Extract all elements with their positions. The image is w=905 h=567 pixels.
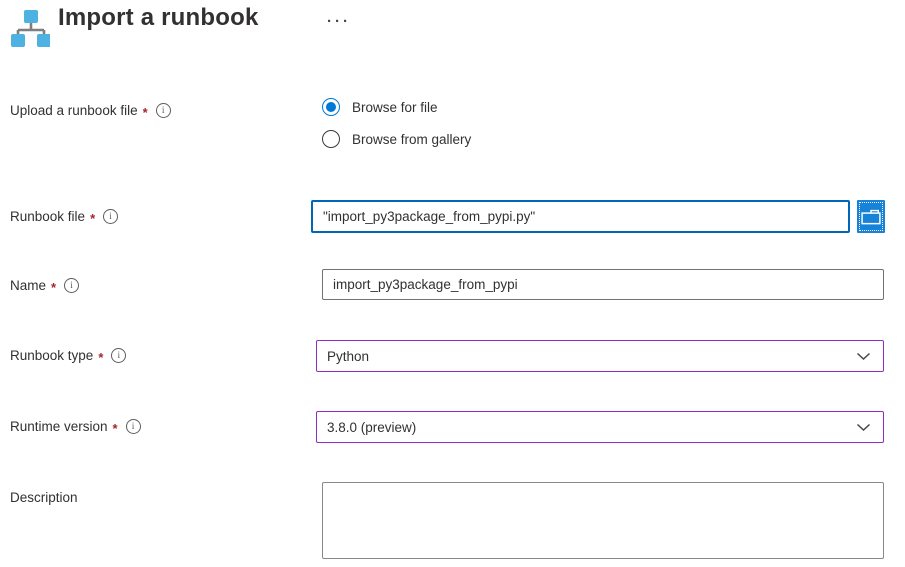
radio-label: Browse from gallery [352, 132, 471, 147]
dropdown-selected-value: 3.8.0 (preview) [327, 420, 856, 435]
upload-runbook-file-label: Upload a runbook file * i [10, 103, 171, 118]
chevron-down-icon [856, 423, 871, 432]
runbook-type-dropdown[interactable]: Python [316, 340, 884, 372]
radio-browse-from-gallery[interactable]: Browse from gallery [322, 130, 471, 148]
dropdown-selected-value: Python [327, 349, 856, 364]
runtime-version-dropdown[interactable]: 3.8.0 (preview) [316, 411, 884, 443]
page-title: Import a runbook [58, 4, 259, 32]
import-runbook-blade: Import a runbook ··· Upload a runbook fi… [0, 0, 905, 567]
runtime-version-label: Runtime version * i [10, 419, 141, 434]
name-input[interactable] [322, 269, 884, 300]
info-icon[interactable]: i [64, 278, 79, 293]
required-asterisk: * [90, 211, 95, 226]
chevron-down-icon [856, 352, 871, 361]
required-asterisk: * [51, 280, 56, 295]
description-label: Description [10, 490, 78, 505]
required-asterisk: * [113, 421, 118, 436]
radio-browse-for-file[interactable]: Browse for file [322, 98, 438, 116]
required-asterisk: * [98, 350, 103, 365]
folder-icon [861, 209, 881, 225]
runbook-file-label: Runbook file * i [10, 209, 118, 224]
radio-label: Browse for file [352, 100, 438, 115]
info-icon[interactable]: i [103, 209, 118, 224]
required-asterisk: * [143, 105, 148, 120]
radio-unselected-icon[interactable] [322, 130, 340, 148]
info-icon[interactable]: i [111, 348, 126, 363]
runbook-org-chart-icon [10, 8, 50, 48]
description-textarea[interactable] [322, 482, 884, 559]
info-icon[interactable]: i [126, 419, 141, 434]
runbook-type-label: Runbook type * i [10, 348, 126, 363]
radio-selected-icon[interactable] [322, 98, 340, 116]
info-icon[interactable]: i [156, 103, 171, 118]
runbook-file-input[interactable] [311, 200, 850, 233]
browse-file-button[interactable] [857, 200, 885, 233]
more-options-button[interactable]: ··· [324, 12, 354, 32]
name-label: Name * i [10, 278, 79, 293]
